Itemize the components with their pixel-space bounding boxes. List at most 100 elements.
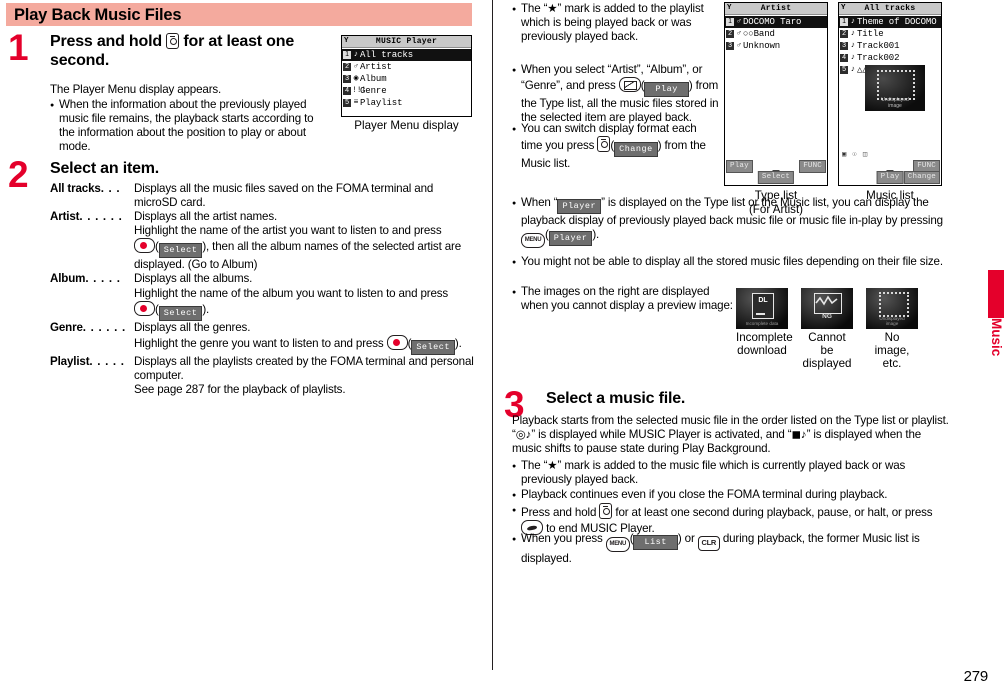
step-2-number: 2 [8, 154, 29, 195]
album-art-label-2: image [888, 102, 902, 109]
list-item[interactable]: 3 ♪ Track001 [839, 40, 941, 52]
list-item[interactable]: 1 ♂ DOCOMO Taro [725, 16, 827, 28]
step-3-bullet-list-key: When you press MENU(List) or CLR during … [512, 532, 956, 566]
antenna-icon: Y [727, 4, 732, 12]
music-key-icon [597, 136, 611, 153]
caption-type-list-line2: (For Artist) [748, 203, 804, 216]
center-key-icon [386, 334, 408, 350]
row-index: 2 [343, 63, 351, 71]
row-label: Album [360, 74, 387, 84]
softkey-player-label-2: Player [548, 231, 593, 247]
center-key-icon [134, 300, 155, 316]
def-line: Displays all the albums. [134, 272, 253, 286]
side-tab-marker [988, 270, 1004, 318]
row-index: 1 [840, 18, 848, 26]
menu-key-icon: MENU [605, 537, 630, 552]
row-index: 5 [343, 99, 351, 107]
pause-indicator-icon: ◼♪ [791, 428, 807, 442]
row-label: Theme of DOCOMO [857, 17, 937, 27]
thumb-art-label-2: image [885, 321, 899, 326]
antenna-icon: Y [344, 37, 349, 45]
term-artist: Artist. . . . . . [50, 210, 123, 224]
list-item[interactable]: 1 ♪ All tracks [342, 49, 471, 61]
column-divider [492, 0, 493, 670]
row-label: Genre [360, 86, 387, 96]
row-index: 3 [726, 42, 734, 50]
step-1-title: Press and hold for at least one second. [50, 32, 330, 70]
thumb-incomplete-download: DL Incomplete data Incomplete download [736, 288, 793, 371]
step-1-bullet: When the information about the previousl… [50, 98, 331, 154]
thumb-caption-line2: displayed [802, 357, 852, 371]
row-label: All tracks [360, 50, 414, 60]
row-label: Title [857, 29, 884, 39]
step-1-title-part-b: for at least one [183, 33, 295, 50]
download-icon: DL [752, 293, 774, 319]
def-line: displayed. (Go to Album) [134, 258, 258, 272]
softkey-select-label: Select [411, 339, 455, 355]
row-label: ○○Band [743, 29, 775, 39]
album-art-placeholder: Undisplayed image [865, 65, 925, 111]
list-item[interactable]: 4 !!! Genre [342, 85, 471, 97]
ng-badge: NG [822, 313, 832, 320]
thumb-no-image: Undisplayed image No image, etc. [866, 288, 918, 371]
softkey-change[interactable]: Change [903, 171, 940, 184]
term-all-tracks: All tracks. . . [50, 182, 121, 195]
mail-key-icon [618, 77, 641, 93]
softkey-play-label: Play [644, 82, 689, 98]
caption-type-list-line1: Type list [754, 189, 798, 202]
step-3-lead: Playback starts from the selected music … [512, 414, 949, 456]
note-star-playlist: The “★” mark is added to the playlist wh… [512, 2, 711, 44]
artist-icon: ♂ [736, 29, 742, 38]
music-note-icon: ♪ [850, 65, 856, 74]
softkey-play[interactable]: Play [876, 171, 904, 184]
list-item[interactable]: 2 ♂ Artist [342, 61, 471, 73]
def-line: computer. [134, 368, 184, 382]
row-label: Track001 [857, 41, 900, 51]
row-index: 1 [726, 18, 734, 26]
music-list-softkey-bar: Play FUNC Change [839, 160, 941, 185]
dl-badge: DL [758, 297, 768, 304]
music-note-icon: ♪ [850, 53, 856, 62]
list-item[interactable]: 2 ♂ ○○Band [725, 28, 827, 40]
music-key-icon [166, 33, 180, 49]
screen-music-list: Y All tracks 1 ♪ Theme of DOCOMO 2 ♪ Tit… [838, 2, 942, 186]
list-item[interactable]: 2 ♪ Title [839, 28, 941, 40]
page-number: 279 [963, 668, 989, 685]
music-note-icon: ♪ [850, 41, 856, 50]
caption-music-list: Music list [866, 189, 914, 202]
row-index: 1 [343, 51, 351, 59]
caption-player-menu: Player Menu display [354, 119, 459, 132]
note-play-type-list: When you select “Artist”, “Album”, or “G… [512, 63, 727, 125]
def-line: Highlight the name of the artist you wan… [134, 224, 442, 238]
list-item[interactable]: 3 ◉ Album [342, 73, 471, 85]
row-index: 4 [343, 87, 351, 95]
def-row-all-tracks: All tracks. . . Displays all the music f… [50, 182, 480, 210]
music-note-icon: ♪ [850, 29, 856, 38]
list-item[interactable]: 3 ♂ Unknown [725, 40, 827, 52]
thumb-caption-line2: download [737, 344, 787, 358]
softkey-play[interactable]: Play [726, 160, 753, 173]
thumb-caption-line1: Incomplete [736, 331, 793, 344]
section-header: Play Back Music Files [6, 3, 472, 26]
row-index: 3 [840, 42, 848, 50]
row-index: 2 [726, 30, 734, 38]
row-label: Playlist [360, 98, 403, 108]
play-indicator-icon: ◎♪ [515, 428, 532, 442]
artist-icon: ♂ [736, 17, 742, 26]
dashed-frame-icon [879, 292, 909, 317]
thumb-cannot-be-displayed: NG Cannot be displayed [801, 288, 853, 371]
list-item[interactable]: 5 ≡ Playlist [342, 97, 471, 109]
softkey-select[interactable]: Select [757, 171, 795, 184]
type-list-status-bar: Y Artist [725, 3, 827, 15]
row-index: 4 [840, 54, 848, 62]
list-item[interactable]: 1 ♪ Theme of DOCOMO [839, 16, 941, 28]
list-item[interactable]: 4 ♪ Track002 [839, 52, 941, 64]
center-key-icon [134, 238, 155, 254]
playlist-icon: ≡ [353, 98, 359, 107]
def-row-playlist: Playlist. . . . . Displays all the playl… [50, 355, 480, 397]
thumb-art: NG [801, 288, 853, 329]
def-row-genre: Genre. . . . . . Displays all the genres… [50, 321, 480, 355]
term-genre: Genre. . . . . . [50, 320, 126, 334]
def-row-album: Album. . . . . Displays all the albums. … [50, 272, 480, 321]
softkey-func[interactable]: FUNC [799, 160, 826, 173]
